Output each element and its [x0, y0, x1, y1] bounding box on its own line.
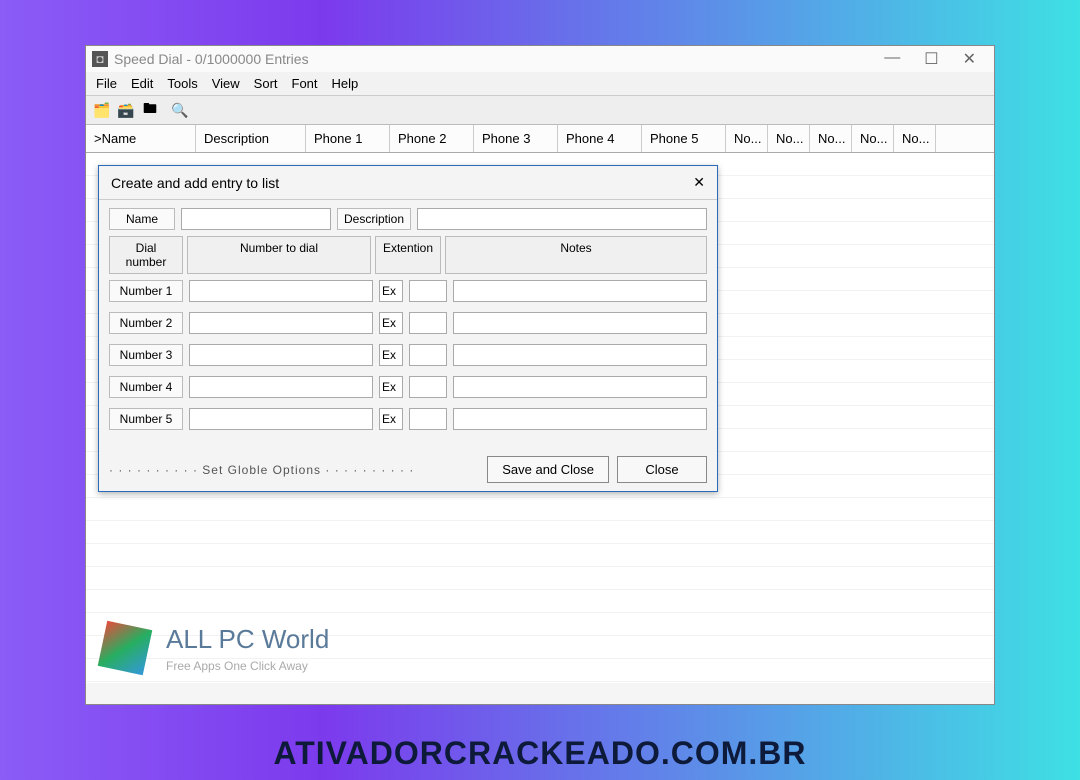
number3-label: Number 3 — [109, 344, 183, 366]
number4-notes-input[interactable] — [453, 376, 707, 398]
col-no3[interactable]: No... — [810, 125, 852, 152]
col-phone2[interactable]: Phone 2 — [390, 125, 474, 152]
number2-notes-input[interactable] — [453, 312, 707, 334]
dialog-title: Create and add entry to list — [111, 175, 279, 191]
name-input[interactable] — [181, 208, 331, 230]
col-no2[interactable]: No... — [768, 125, 810, 152]
close-button[interactable]: ✕ — [963, 49, 976, 69]
menu-tools[interactable]: Tools — [167, 76, 197, 91]
number1-ext-input[interactable] — [379, 280, 403, 302]
number5-input[interactable] — [189, 408, 373, 430]
number1-ext2-input[interactable] — [409, 280, 447, 302]
col-name[interactable]: >Name — [86, 125, 196, 152]
col-no1[interactable]: No... — [726, 125, 768, 152]
entries-grid: Create and add entry to list ✕ Name Desc… — [86, 153, 994, 683]
col-no5[interactable]: No... — [894, 125, 936, 152]
set-global-options-link[interactable]: · · · · · · · · · · Set Globle Options ·… — [109, 463, 479, 477]
brand-title: ALL PC World — [166, 624, 329, 655]
page-footer-text: ATIVADORCRACKEADO.COM.BR — [0, 735, 1080, 772]
number3-ext-input[interactable] — [379, 344, 403, 366]
menu-sort[interactable]: Sort — [254, 76, 278, 91]
number4-input[interactable] — [189, 376, 373, 398]
number3-notes-input[interactable] — [453, 344, 707, 366]
toolbar: 🗂️ 🗃️ 🖿 🔍 — [86, 96, 994, 125]
app-icon: ◘ — [92, 51, 108, 67]
create-entry-dialog: Create and add entry to list ✕ Name Desc… — [98, 165, 718, 492]
menu-edit[interactable]: Edit — [131, 76, 153, 91]
brand-logo-icon — [96, 619, 154, 677]
dialog-close-button[interactable]: ✕ — [693, 174, 705, 191]
number-row-2: Number 2 — [109, 312, 707, 334]
menu-view[interactable]: View — [212, 76, 240, 91]
toolbar-icon-1[interactable]: 🗂️ — [92, 100, 112, 120]
menu-font[interactable]: Font — [292, 76, 318, 91]
toolbar-icon-2[interactable]: 🗃️ — [116, 100, 136, 120]
description-input[interactable] — [417, 208, 707, 230]
header-dial-number: Dial number — [109, 236, 183, 274]
col-phone5[interactable]: Phone 5 — [642, 125, 726, 152]
number5-label: Number 5 — [109, 408, 183, 430]
minimize-button[interactable]: — — [884, 49, 900, 69]
number2-ext-input[interactable] — [379, 312, 403, 334]
window-title: Speed Dial - 0/1000000 Entries — [114, 51, 884, 67]
col-phone1[interactable]: Phone 1 — [306, 125, 390, 152]
number-row-5: Number 5 — [109, 408, 707, 430]
number1-input[interactable] — [189, 280, 373, 302]
number-row-4: Number 4 — [109, 376, 707, 398]
name-label: Name — [109, 208, 175, 230]
description-label: Description — [337, 208, 411, 230]
col-no4[interactable]: No... — [852, 125, 894, 152]
number4-label: Number 4 — [109, 376, 183, 398]
number5-notes-input[interactable] — [453, 408, 707, 430]
number1-label: Number 1 — [109, 280, 183, 302]
number2-label: Number 2 — [109, 312, 183, 334]
menubar: File Edit Tools View Sort Font Help — [86, 72, 994, 96]
column-headers: >Name Description Phone 1 Phone 2 Phone … — [86, 125, 994, 153]
col-description[interactable]: Description — [196, 125, 306, 152]
number2-input[interactable] — [189, 312, 373, 334]
number5-ext-input[interactable] — [379, 408, 403, 430]
toolbar-icon-4[interactable]: 🔍 — [170, 100, 190, 120]
number3-ext2-input[interactable] — [409, 344, 447, 366]
col-phone3[interactable]: Phone 3 — [474, 125, 558, 152]
header-extention: Extention — [375, 236, 441, 274]
toolbar-icon-3[interactable]: 🖿 — [140, 100, 160, 120]
number-row-1: Number 1 — [109, 280, 707, 302]
number5-ext2-input[interactable] — [409, 408, 447, 430]
header-number-to-dial: Number to dial — [187, 236, 371, 274]
maximize-button[interactable]: ☐ — [924, 49, 938, 69]
header-notes: Notes — [445, 236, 707, 274]
window-titlebar: ◘ Speed Dial - 0/1000000 Entries — ☐ ✕ — [86, 46, 994, 72]
number1-notes-input[interactable] — [453, 280, 707, 302]
number3-input[interactable] — [189, 344, 373, 366]
save-and-close-button[interactable]: Save and Close — [487, 456, 609, 483]
brand-subtitle: Free Apps One Click Away — [166, 659, 329, 673]
menu-help[interactable]: Help — [332, 76, 359, 91]
col-phone4[interactable]: Phone 4 — [558, 125, 642, 152]
number4-ext-input[interactable] — [379, 376, 403, 398]
number4-ext2-input[interactable] — [409, 376, 447, 398]
close-dialog-button[interactable]: Close — [617, 456, 707, 483]
app-window: ◘ Speed Dial - 0/1000000 Entries — ☐ ✕ F… — [85, 45, 995, 705]
number2-ext2-input[interactable] — [409, 312, 447, 334]
menu-file[interactable]: File — [96, 76, 117, 91]
brand-watermark: ALL PC World Free Apps One Click Away — [96, 619, 329, 677]
number-row-3: Number 3 — [109, 344, 707, 366]
